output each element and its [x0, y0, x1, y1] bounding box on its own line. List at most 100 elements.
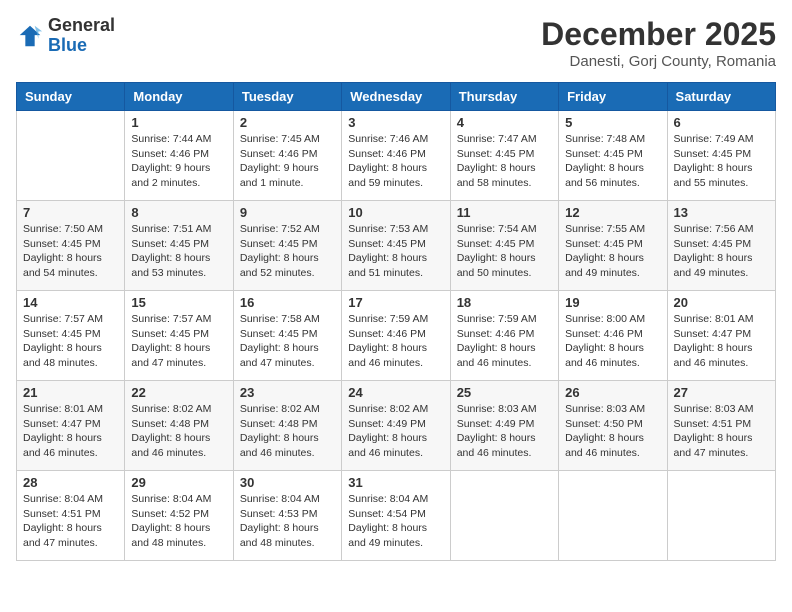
- day-number: 20: [674, 295, 769, 310]
- day-number: 31: [348, 475, 443, 490]
- day-info: Sunrise: 7:55 AMSunset: 4:45 PMDaylight:…: [565, 222, 660, 281]
- day-info: Sunrise: 8:03 AMSunset: 4:51 PMDaylight:…: [674, 402, 769, 461]
- calendar-cell: 11Sunrise: 7:54 AMSunset: 4:45 PMDayligh…: [450, 201, 558, 291]
- page-header: General Blue December 2025 Danesti, Gorj…: [16, 16, 776, 70]
- calendar-week-row: 21 Sunrise: 8:01 AMSunset: 4:47 PMDayligh…: [17, 381, 776, 471]
- calendar-cell: 30 Sunrise: 8:04 AMSunset: 4:53 PMDayligh…: [233, 471, 341, 561]
- logo: General Blue: [16, 16, 115, 56]
- day-info: Sunrise: 8:02 AMSunset: 4:48 PMDaylight:…: [240, 402, 335, 461]
- calendar-day-header: Monday: [125, 83, 233, 111]
- calendar-cell: 6 Sunrise: 7:49 AMSunset: 4:45 PMDaylight…: [667, 111, 775, 201]
- day-number: 24: [348, 385, 443, 400]
- day-info: Sunrise: 7:50 AMSunset: 4:45 PMDaylight:…: [23, 222, 118, 281]
- day-info: Sunrise: 8:02 AMSunset: 4:48 PMDaylight:…: [131, 402, 226, 461]
- calendar-cell: 16 Sunrise: 7:58 AMSunset: 4:45 PMDayligh…: [233, 291, 341, 381]
- calendar-cell: 4 Sunrise: 7:47 AMSunset: 4:45 PMDaylight…: [450, 111, 558, 201]
- day-info: Sunrise: 7:48 AMSunset: 4:45 PMDaylight:…: [565, 132, 660, 191]
- day-number: 7: [23, 205, 118, 220]
- calendar-cell: 12 Sunrise: 7:55 AMSunset: 4:45 PMDayligh…: [559, 201, 667, 291]
- calendar-cell: 23Sunrise: 8:02 AMSunset: 4:48 PMDayligh…: [233, 381, 341, 471]
- calendar-week-row: 7 Sunrise: 7:50 AMSunset: 4:45 PMDaylight…: [17, 201, 776, 291]
- calendar-cell: 28 Sunrise: 8:04 AMSunset: 4:51 PMDayligh…: [17, 471, 125, 561]
- day-info: Sunrise: 7:46 AMSunset: 4:46 PMDaylight:…: [348, 132, 443, 191]
- day-info: Sunrise: 8:04 AMSunset: 4:53 PMDaylight:…: [240, 492, 335, 551]
- day-info: Sunrise: 8:02 AMSunset: 4:49 PMDaylight:…: [348, 402, 443, 461]
- calendar-day-header: Friday: [559, 83, 667, 111]
- day-number: 2: [240, 115, 335, 130]
- day-number: 8: [131, 205, 226, 220]
- day-number: 5: [565, 115, 660, 130]
- day-info: Sunrise: 8:01 AMSunset: 4:47 PMDaylight:…: [23, 402, 118, 461]
- calendar-cell: 15 Sunrise: 7:57 AMSunset: 4:45 PMDayligh…: [125, 291, 233, 381]
- calendar-cell: 13Sunrise: 7:56 AMSunset: 4:45 PMDayligh…: [667, 201, 775, 291]
- calendar-cell: 22 Sunrise: 8:02 AMSunset: 4:48 PMDayligh…: [125, 381, 233, 471]
- calendar-cell: [17, 111, 125, 201]
- day-info: Sunrise: 7:52 AMSunset: 4:45 PMDaylight:…: [240, 222, 335, 281]
- calendar-cell: [559, 471, 667, 561]
- calendar-cell: 17 Sunrise: 7:59 AMSunset: 4:46 PMDayligh…: [342, 291, 450, 381]
- day-number: 18: [457, 295, 552, 310]
- day-info: Sunrise: 7:59 AMSunset: 4:46 PMDaylight:…: [348, 312, 443, 371]
- day-number: 12: [565, 205, 660, 220]
- day-number: 16: [240, 295, 335, 310]
- calendar-cell: 29Sunrise: 8:04 AMSunset: 4:52 PMDayligh…: [125, 471, 233, 561]
- logo-text: General Blue: [48, 16, 115, 56]
- calendar-header-row: SundayMondayTuesdayWednesdayThursdayFrid…: [17, 83, 776, 111]
- day-number: 10: [348, 205, 443, 220]
- day-number: 9: [240, 205, 335, 220]
- calendar-cell: 9 Sunrise: 7:52 AMSunset: 4:45 PMDaylight…: [233, 201, 341, 291]
- logo-general-text: General: [48, 16, 115, 36]
- day-info: Sunrise: 8:03 AMSunset: 4:49 PMDaylight:…: [457, 402, 552, 461]
- calendar-day-header: Wednesday: [342, 83, 450, 111]
- calendar-cell: 18 Sunrise: 7:59 AMSunset: 4:46 PMDayligh…: [450, 291, 558, 381]
- day-number: 21: [23, 385, 118, 400]
- calendar-week-row: 1Sunrise: 7:44 AMSunset: 4:46 PMDaylight…: [17, 111, 776, 201]
- day-number: 17: [348, 295, 443, 310]
- day-info: Sunrise: 8:04 AMSunset: 4:51 PMDaylight:…: [23, 492, 118, 551]
- calendar-day-header: Thursday: [450, 83, 558, 111]
- calendar-cell: 21 Sunrise: 8:01 AMSunset: 4:47 PMDayligh…: [17, 381, 125, 471]
- calendar-cell: [667, 471, 775, 561]
- day-number: 15: [131, 295, 226, 310]
- day-number: 3: [348, 115, 443, 130]
- calendar-cell: 1Sunrise: 7:44 AMSunset: 4:46 PMDaylight…: [125, 111, 233, 201]
- day-info: Sunrise: 8:03 AMSunset: 4:50 PMDaylight:…: [565, 402, 660, 461]
- day-info: Sunrise: 7:59 AMSunset: 4:46 PMDaylight:…: [457, 312, 552, 371]
- day-number: 27: [674, 385, 769, 400]
- calendar-cell: 2 Sunrise: 7:45 AMSunset: 4:46 PMDaylight…: [233, 111, 341, 201]
- day-info: Sunrise: 8:01 AMSunset: 4:47 PMDaylight:…: [674, 312, 769, 371]
- calendar-table: SundayMondayTuesdayWednesdayThursdayFrid…: [16, 82, 776, 561]
- calendar-day-header: Sunday: [17, 83, 125, 111]
- day-info: Sunrise: 7:47 AMSunset: 4:45 PMDaylight:…: [457, 132, 552, 191]
- day-number: 25: [457, 385, 552, 400]
- day-number: 26: [565, 385, 660, 400]
- calendar-cell: 8 Sunrise: 7:51 AMSunset: 4:45 PMDaylight…: [125, 201, 233, 291]
- day-number: 4: [457, 115, 552, 130]
- calendar-day-header: Tuesday: [233, 83, 341, 111]
- day-info: Sunrise: 7:57 AMSunset: 4:45 PMDaylight:…: [131, 312, 226, 371]
- calendar-cell: 31Sunrise: 8:04 AMSunset: 4:54 PMDayligh…: [342, 471, 450, 561]
- day-number: 13: [674, 205, 769, 220]
- day-number: 22: [131, 385, 226, 400]
- calendar-cell: 10 Sunrise: 7:53 AMSunset: 4:45 PMDayligh…: [342, 201, 450, 291]
- logo-icon: [16, 22, 44, 50]
- day-info: Sunrise: 7:54 AMSunset: 4:45 PMDaylight:…: [457, 222, 552, 281]
- day-info: Sunrise: 7:58 AMSunset: 4:45 PMDaylight:…: [240, 312, 335, 371]
- day-number: 30: [240, 475, 335, 490]
- calendar-cell: 27 Sunrise: 8:03 AMSunset: 4:51 PMDayligh…: [667, 381, 775, 471]
- logo-blue-text: Blue: [48, 36, 115, 56]
- calendar-cell: 7 Sunrise: 7:50 AMSunset: 4:45 PMDaylight…: [17, 201, 125, 291]
- day-info: Sunrise: 7:49 AMSunset: 4:45 PMDaylight:…: [674, 132, 769, 191]
- day-info: Sunrise: 7:53 AMSunset: 4:45 PMDaylight:…: [348, 222, 443, 281]
- day-info: Sunrise: 7:45 AMSunset: 4:46 PMDaylight:…: [240, 132, 335, 191]
- day-info: Sunrise: 7:51 AMSunset: 4:45 PMDaylight:…: [131, 222, 226, 281]
- day-number: 6: [674, 115, 769, 130]
- calendar-day-header: Saturday: [667, 83, 775, 111]
- calendar-cell: 26 Sunrise: 8:03 AMSunset: 4:50 PMDayligh…: [559, 381, 667, 471]
- calendar-cell: 3 Sunrise: 7:46 AMSunset: 4:46 PMDaylight…: [342, 111, 450, 201]
- calendar-cell: 14Sunrise: 7:57 AMSunset: 4:45 PMDayligh…: [17, 291, 125, 381]
- calendar-cell: 24 Sunrise: 8:02 AMSunset: 4:49 PMDayligh…: [342, 381, 450, 471]
- day-number: 28: [23, 475, 118, 490]
- day-number: 1: [131, 115, 226, 130]
- calendar-cell: [450, 471, 558, 561]
